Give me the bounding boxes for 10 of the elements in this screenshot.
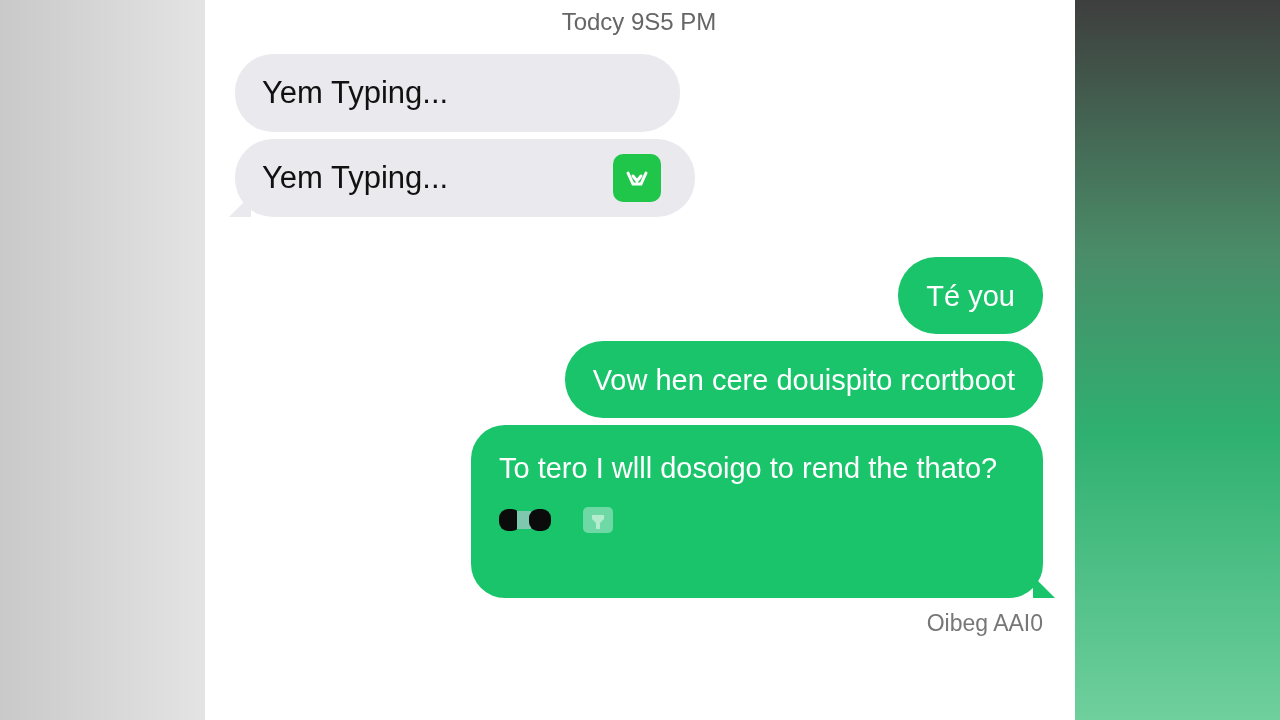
message-text: Yem Typing...	[262, 159, 449, 197]
delivery-status: Oibeg AAI0	[926, 610, 1043, 637]
dots-icon	[499, 507, 551, 533]
app-icon	[613, 154, 661, 202]
message-text: To tero I wlll dosoigo to rend the thato?	[499, 451, 999, 486]
photo-icon	[583, 507, 613, 533]
timestamp: Todcy 9S5 PM	[561, 8, 717, 36]
message-text: Té you	[926, 278, 1015, 314]
message-text: Yem Typing...	[262, 74, 450, 112]
message-text: Vow hen cere douispito rcortboot	[592, 362, 1015, 398]
